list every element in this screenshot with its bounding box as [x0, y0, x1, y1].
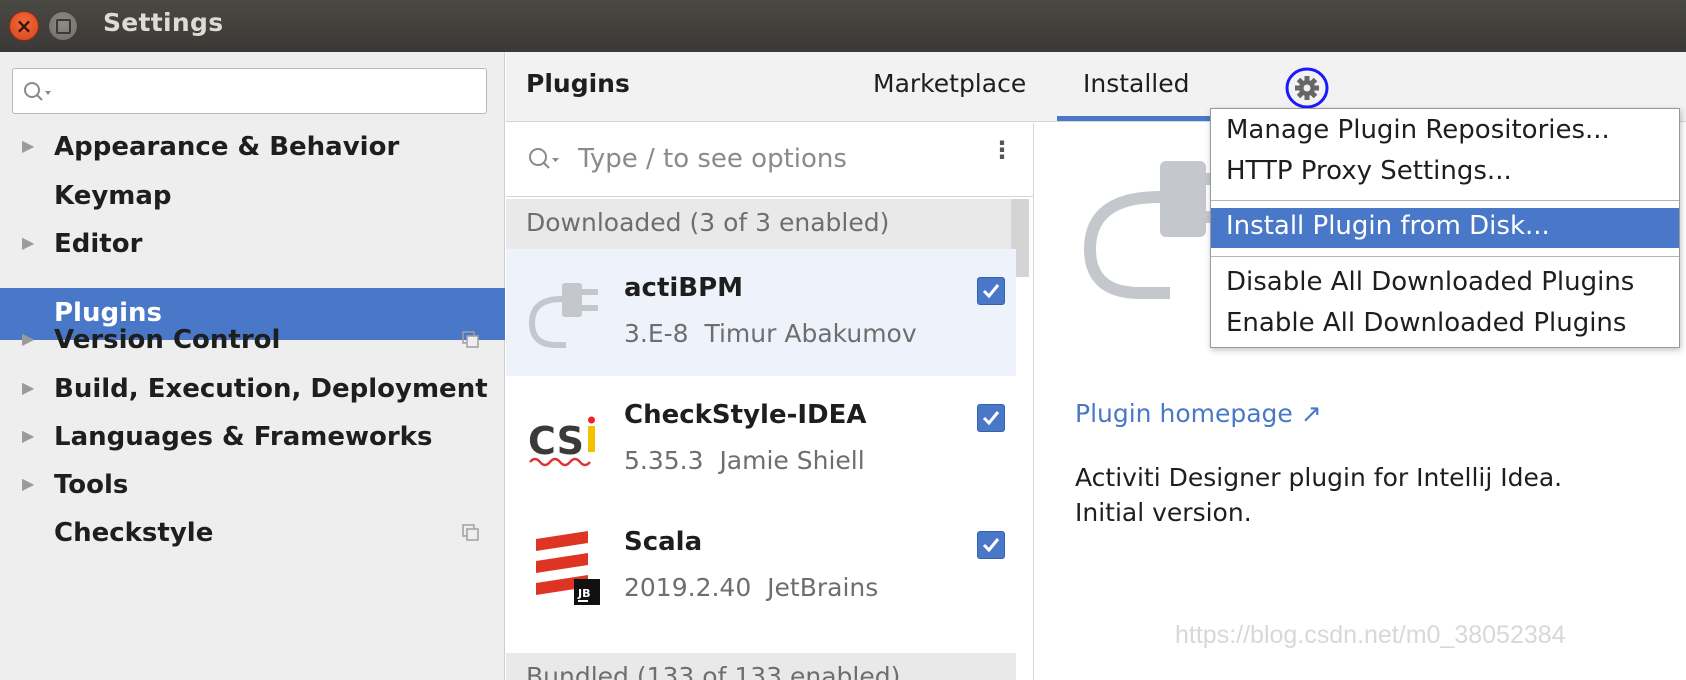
- menu-item-install-plugin-from-disk[interactable]: Install Plugin from Disk...: [1211, 208, 1679, 248]
- menu-item-label: Install Plugin from Disk...: [1226, 211, 1550, 241]
- checkmark-icon: [982, 538, 1000, 553]
- page-title: Plugins: [526, 69, 630, 98]
- more-options-icon[interactable]: ⋮: [990, 138, 1014, 162]
- checkmark-icon: [982, 411, 1000, 426]
- plugin-item-actibpm[interactable]: actiBPM 3.E-8 Timur Abakumov: [506, 249, 1016, 376]
- expand-arrow-icon[interactable]: ▶: [22, 474, 34, 493]
- gear-icon[interactable]: [1284, 66, 1330, 110]
- expand-arrow-icon[interactable]: ▶: [22, 378, 34, 397]
- expand-arrow-icon[interactable]: ▶: [22, 329, 34, 348]
- plugin-version: 5.35.3: [624, 446, 704, 475]
- plugin-list: Type / to see options ⋮ Downloaded (3 of…: [506, 123, 1034, 680]
- expand-arrow-icon[interactable]: ▶: [22, 426, 34, 445]
- plugin-description: Activiti Designer plugin for Intellij Id…: [1075, 460, 1675, 530]
- group-header-bundled: Bundled (133 of 133 enabled): [506, 653, 1016, 680]
- tab-installed[interactable]: Installed: [1083, 69, 1190, 98]
- menu-separator: [1211, 256, 1679, 257]
- sidebar-item-label: Editor: [54, 229, 143, 259]
- sidebar-item-label: Appearance & Behavior: [54, 132, 400, 162]
- plug-icon: [528, 283, 598, 348]
- plugin-homepage-link[interactable]: Plugin homepage ↗: [1075, 399, 1322, 428]
- svg-text:JB: JB: [577, 587, 590, 600]
- sidebar-item-build-execution-deployment[interactable]: ▶ Build, Execution, Deployment: [0, 364, 505, 416]
- svg-text:CS: CS: [528, 419, 584, 463]
- sidebar-item-languages-frameworks[interactable]: ▶ Languages & Frameworks: [0, 412, 505, 464]
- minimize-window-button[interactable]: [48, 11, 78, 41]
- plugin-item-scala[interactable]: JB Scala 2019.2.40 JetBrains: [506, 503, 1016, 630]
- plugin-search-input[interactable]: Type / to see options ⋮: [506, 123, 1033, 197]
- plugin-name: CheckStyle-IDEA: [624, 400, 867, 430]
- active-tab-indicator: [1057, 116, 1225, 121]
- settings-sidebar: ▶ Appearance & Behavior Keymap ▶ Editor …: [0, 52, 505, 680]
- plugin-name: Scala: [624, 527, 703, 557]
- menu-item-label: HTTP Proxy Settings...: [1226, 156, 1512, 186]
- window-title: Settings: [103, 8, 224, 37]
- sidebar-item-label: Keymap: [54, 181, 172, 211]
- sidebar-item-label: Checkstyle: [54, 518, 214, 548]
- close-window-button[interactable]: ×: [9, 11, 39, 41]
- scala-logo-icon: JB: [536, 531, 600, 605]
- group-label: Bundled (133 of 133 enabled): [526, 662, 901, 680]
- checkmark-icon: [982, 284, 1000, 299]
- plugin-enabled-checkbox[interactable]: [977, 404, 1005, 432]
- plugin-vendor: JetBrains: [767, 573, 879, 602]
- menu-item-http-proxy-settings[interactable]: HTTP Proxy Settings...: [1211, 153, 1679, 193]
- plugin-enabled-checkbox[interactable]: [977, 277, 1005, 305]
- plugin-vendor: Timur Abakumov: [704, 319, 917, 348]
- menu-item-label: Disable All Downloaded Plugins: [1226, 267, 1635, 297]
- expand-arrow-icon[interactable]: ▶: [22, 136, 34, 155]
- settings-search-input[interactable]: [12, 68, 487, 114]
- sidebar-item-label: Version Control: [54, 325, 281, 355]
- sidebar-item-appearance-behavior[interactable]: ▶ Appearance & Behavior: [0, 122, 505, 174]
- group-header-downloaded: Downloaded (3 of 3 enabled): [506, 199, 1016, 249]
- sidebar-item-label: Tools: [54, 470, 129, 500]
- description-line: Initial version.: [1075, 498, 1252, 527]
- sidebar-item-tools[interactable]: ▶ Tools: [0, 460, 505, 512]
- close-icon: ×: [15, 14, 33, 38]
- gear-dropdown-menu: Manage Plugin Repositories... HTTP Proxy…: [1210, 108, 1680, 348]
- project-scope-icon: [462, 524, 479, 541]
- sidebar-item-label: Languages & Frameworks: [54, 422, 433, 452]
- tab-marketplace[interactable]: Marketplace: [873, 69, 1026, 98]
- plugin-name: actiBPM: [624, 273, 744, 303]
- menu-item-enable-all-downloaded-plugins[interactable]: Enable All Downloaded Plugins: [1211, 305, 1679, 345]
- sidebar-item-version-control[interactable]: ▶ Version Control: [0, 315, 505, 367]
- sidebar-item-label: Build, Execution, Deployment: [54, 374, 488, 404]
- checkstyle-logo-icon: CS: [528, 416, 595, 467]
- sidebar-item-editor[interactable]: ▶ Editor: [0, 219, 505, 271]
- search-icon: [529, 148, 559, 169]
- menu-item-label: Manage Plugin Repositories...: [1226, 115, 1610, 145]
- group-label: Downloaded (3 of 3 enabled): [526, 208, 890, 237]
- search-placeholder: Type / to see options: [578, 144, 847, 174]
- menu-item-label: Enable All Downloaded Plugins: [1226, 308, 1627, 338]
- plugin-enabled-checkbox[interactable]: [977, 531, 1005, 559]
- menu-item-disable-all-downloaded-plugins[interactable]: Disable All Downloaded Plugins: [1211, 264, 1679, 304]
- plugin-item-checkstyle-idea[interactable]: CS CheckStyle-IDEA 5.35.3 Jamie Shiell: [506, 376, 1016, 503]
- plugin-meta: 3.E-8 Timur Abakumov: [624, 319, 917, 348]
- plugin-version: 2019.2.40: [624, 573, 752, 602]
- title-bar: × Settings: [0, 0, 1686, 52]
- sidebar-item-checkstyle[interactable]: Checkstyle: [0, 508, 505, 560]
- description-line: Activiti Designer plugin for Intellij Id…: [1075, 463, 1563, 492]
- menu-separator: [1211, 200, 1679, 201]
- plugin-version: 3.E-8: [624, 319, 689, 348]
- plugin-meta: 2019.2.40 JetBrains: [624, 573, 878, 602]
- plugin-vendor: Jamie Shiell: [719, 446, 865, 475]
- expand-arrow-icon[interactable]: ▶: [22, 233, 34, 252]
- window-icon: [49, 12, 77, 40]
- project-scope-icon: [462, 331, 479, 348]
- plugin-meta: 5.35.3 Jamie Shiell: [624, 446, 865, 475]
- menu-item-manage-plugin-repositories[interactable]: Manage Plugin Repositories...: [1211, 112, 1679, 152]
- watermark: https://blog.csdn.net/m0_38052384: [1175, 621, 1566, 649]
- sidebar-item-keymap[interactable]: Keymap: [0, 171, 505, 223]
- search-icon: [24, 82, 51, 101]
